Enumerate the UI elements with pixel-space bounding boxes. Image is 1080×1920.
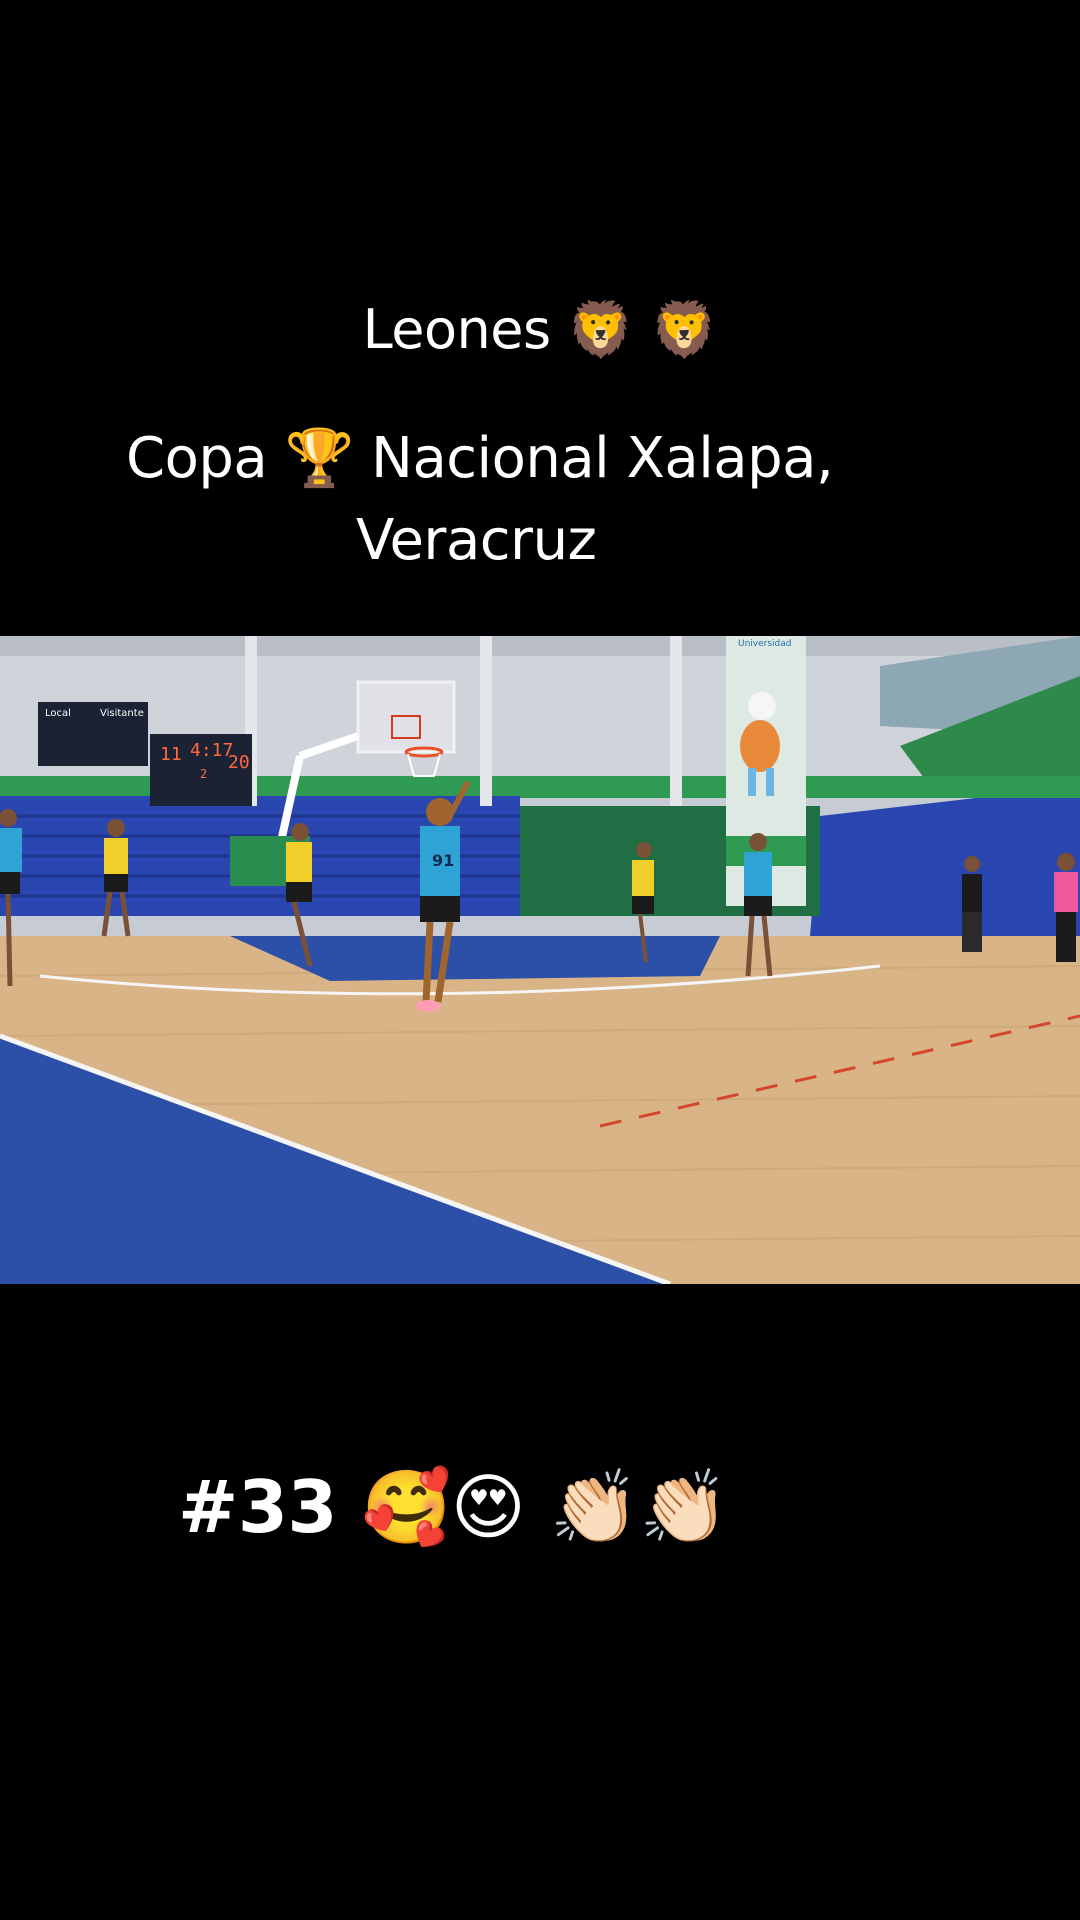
caption-subtitle-line1: Copa 🏆 Nacional Xalapa, bbox=[126, 426, 834, 491]
stands-right bbox=[810, 786, 1080, 936]
video-frame[interactable]: Local Visitante 11 4:17 20 2 Universidad bbox=[0, 636, 1080, 1284]
caption-subtitle-line2: Veracruz bbox=[356, 508, 597, 573]
caption-title: Leones 🦁 🦁 bbox=[362, 298, 718, 361]
scoreboard-period: 2 bbox=[200, 767, 207, 781]
banner-text: Universidad bbox=[738, 639, 792, 649]
scoreboard-clock: 4:17 bbox=[190, 740, 233, 761]
caption-hashtag: #33 🥰😍 👏🏻👏🏻 bbox=[178, 1465, 729, 1549]
player-jersey-number: 91 bbox=[432, 851, 454, 870]
scoreboard-away-label: Visitante bbox=[100, 708, 144, 719]
scoreboard-home-score: 11 bbox=[160, 744, 182, 765]
scoreboard-home-label: Local bbox=[45, 708, 71, 719]
scoreboard-away-score: 20 bbox=[228, 752, 250, 773]
court-scene: Local Visitante 11 4:17 20 2 Universidad bbox=[0, 636, 1080, 1284]
